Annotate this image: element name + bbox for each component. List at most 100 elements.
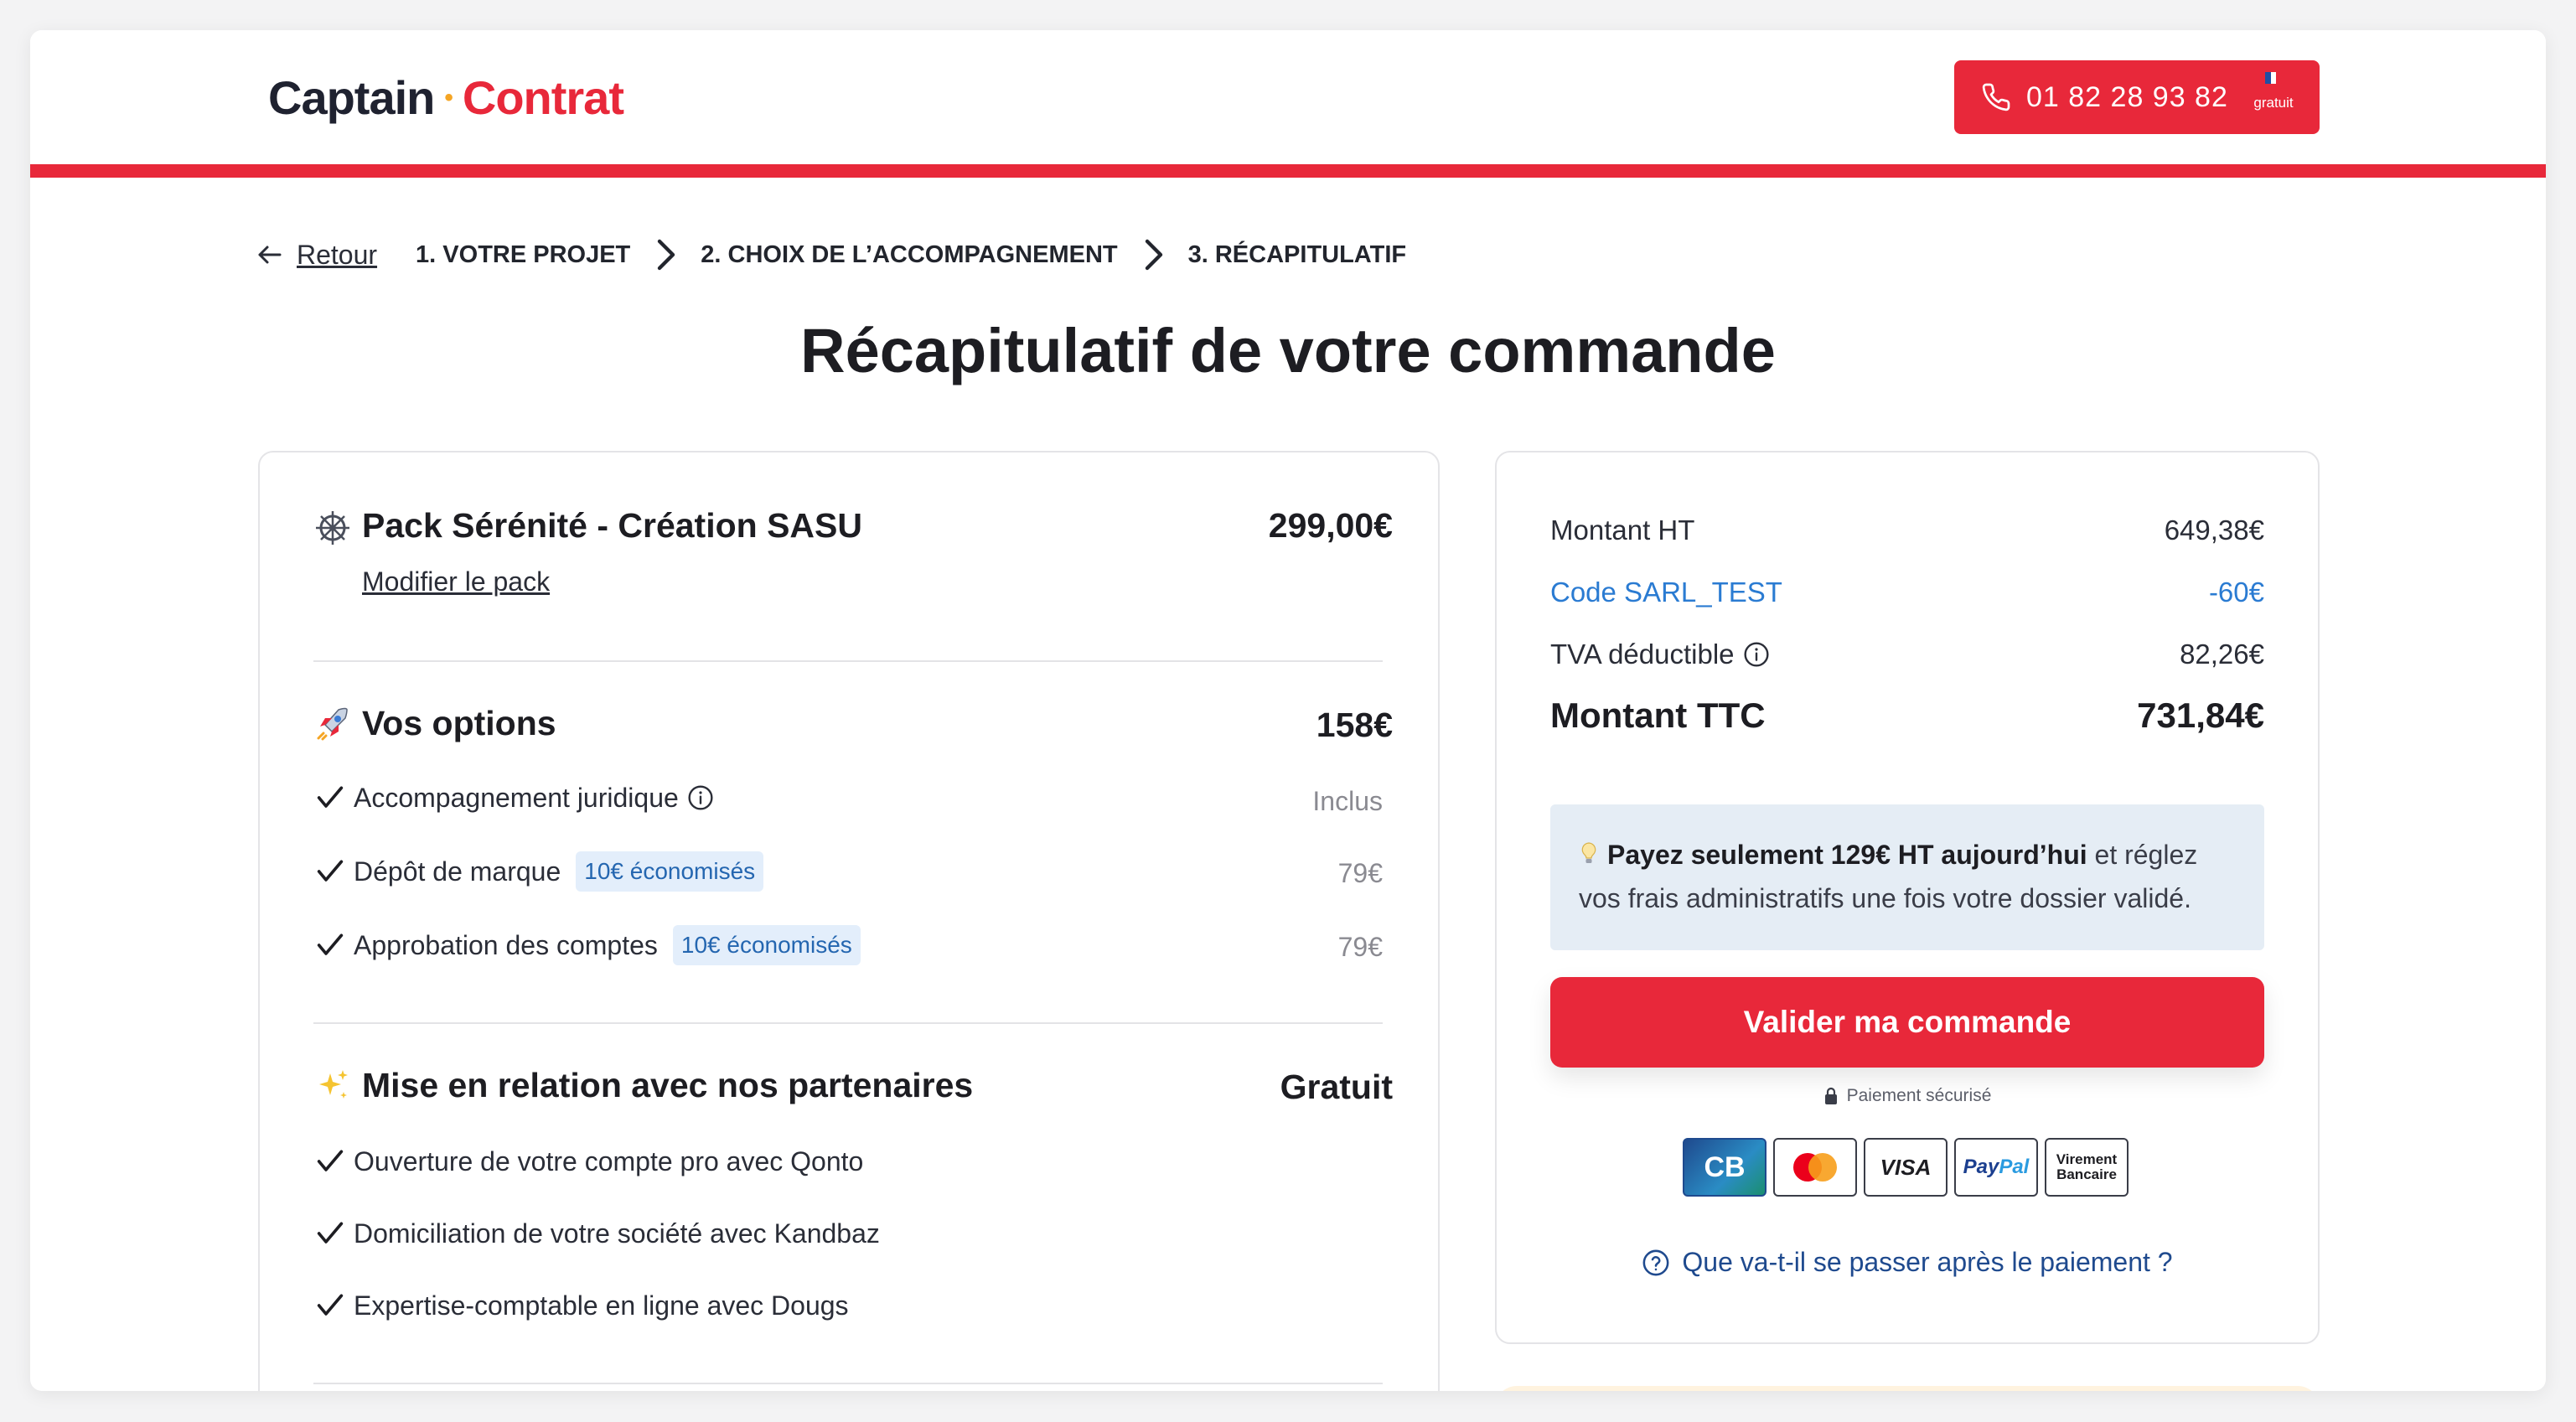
- checkmark-icon: [317, 860, 344, 882]
- amount-ttc-row: Montant TTC 731,84€: [1550, 695, 2264, 736]
- back-link[interactable]: Retour: [297, 240, 377, 271]
- options-header: Vos options: [313, 704, 556, 743]
- modify-pack-link[interactable]: Modifier le pack: [362, 566, 550, 597]
- breadcrumb-step-support[interactable]: 2. CHOIX DE L’ACCOMPAGNEMENT: [701, 241, 1117, 269]
- option-item: Dépôt de marque 10€ économisés: [313, 851, 764, 892]
- phone-icon: [1982, 83, 2010, 111]
- mastercard-logo: [1793, 1153, 1837, 1182]
- logo-text-captain: Captain: [268, 71, 435, 124]
- chevron-right-icon: [1145, 239, 1162, 271]
- pack-header: Pack Sérénité - Création SASU: [313, 506, 862, 546]
- bank-transfer-line1: Virement: [2056, 1151, 2118, 1167]
- page-frame: Captain • Contrat 01 82 28 93 82 gratuit…: [30, 30, 2546, 1391]
- header-accent-bar: [30, 164, 2546, 178]
- option-item: Approbation des comptes 10€ économisés: [313, 925, 861, 965]
- info-icon[interactable]: [1743, 641, 1770, 668]
- amount-ht-value: 649,38€: [2164, 515, 2264, 546]
- breadcrumb: Retour 1. VOTRE PROJET 2. CHOIX DE L’ACC…: [255, 230, 1406, 280]
- partners-header: Mise en relation avec nos partenaires: [313, 1066, 973, 1105]
- paypal-label-b: Pal: [1999, 1156, 2030, 1178]
- partner-label: Ouverture de votre compte pro avec Qonto: [354, 1145, 864, 1176]
- divider: [313, 660, 1383, 662]
- option-price: 79€: [1337, 858, 1383, 888]
- arrow-left-icon[interactable]: [255, 240, 285, 270]
- question-circle-icon: [1642, 1249, 1669, 1275]
- bank-transfer-icon: Virement Bancaire: [2045, 1138, 2129, 1197]
- divider: [313, 1022, 1383, 1024]
- option-label: Accompagnement juridique: [354, 782, 679, 813]
- bank-transfer-label: Virement Bancaire: [2056, 1152, 2117, 1182]
- savings-badge: 10€ économisés: [576, 851, 764, 892]
- savings-badge: 10€ économisés: [672, 925, 861, 965]
- mastercard-icon: [1773, 1138, 1857, 1197]
- option-label: Approbation des comptes: [354, 929, 658, 960]
- option-item: Accompagnement juridique: [313, 781, 714, 814]
- page-title: Récapitulatif de votre commande: [800, 316, 1776, 385]
- notice-bold-text: Payez seulement 129€ HT aujourd’hui: [1607, 840, 2087, 870]
- option-price: Inclus: [1312, 786, 1383, 816]
- pack-title: Pack Sérénité - Création SASU: [362, 506, 862, 545]
- checkmark-icon: [317, 786, 344, 808]
- lock-icon: [1824, 1087, 1837, 1104]
- logo-dot: •: [444, 83, 453, 111]
- site-header: Captain • Contrat 01 82 28 93 82 gratuit: [30, 30, 2546, 164]
- phone-number: 01 82 28 93 82: [2026, 80, 2228, 113]
- visa-icon: VISA: [1864, 1138, 1948, 1197]
- partners-price: Gratuit: [1280, 1068, 1393, 1106]
- paypal-icon: Pay Pal: [1954, 1138, 2038, 1197]
- checkmark-icon: [317, 1222, 344, 1244]
- payment-help-link[interactable]: Que va-t-il se passer après le paiement …: [1497, 1247, 2318, 1278]
- order-summary-card: Montant HT 649,38€ Code SARL_TEST -60€ T…: [1495, 451, 2320, 1344]
- checkmark-icon: [317, 1150, 344, 1171]
- pack-price: 299,00€: [1268, 506, 1393, 545]
- partner-label: Expertise-comptable en ligne avec Dougs: [354, 1290, 849, 1321]
- checkmark-icon: [317, 933, 344, 955]
- bank-transfer-line2: Bancaire: [2056, 1166, 2117, 1182]
- partner-item: Ouverture de votre compte pro avec Qonto: [313, 1145, 863, 1178]
- rocket-icon: [317, 707, 348, 740]
- tva-row: TVA déductible 82,26€: [1550, 639, 2264, 670]
- free-label: gratuit: [2253, 95, 2294, 111]
- checkmark-icon: [317, 1294, 344, 1316]
- partner-item: Domiciliation de votre société avec Kand…: [313, 1217, 880, 1250]
- ship-wheel-icon: [316, 510, 349, 545]
- promo-code-label: Code SARL_TEST: [1550, 577, 1782, 608]
- logo-text-contrat: Contrat: [462, 71, 624, 124]
- visa-label: VISA: [1880, 1154, 1932, 1180]
- breadcrumb-step-project[interactable]: 1. VOTRE PROJET: [416, 241, 630, 269]
- captain-contrat-logo[interactable]: Captain • Contrat: [268, 70, 624, 125]
- payment-help-text: Que va-t-il se passer après le paiement …: [1682, 1247, 2173, 1277]
- option-price: 79€: [1337, 932, 1383, 962]
- paypal-label-a: Pay: [1963, 1156, 1999, 1178]
- secure-payment-text: Paiement sécurisé: [1846, 1086, 1992, 1105]
- amount-ttc-value: 731,84€: [2137, 695, 2264, 735]
- order-details-card: Pack Sérénité - Création SASU 299,00€ Mo…: [258, 451, 1440, 1391]
- phone-free-tag: gratuit: [2248, 72, 2299, 111]
- tva-label: TVA déductible: [1550, 639, 1735, 670]
- promo-code-row: Code SARL_TEST -60€: [1550, 577, 2264, 608]
- info-icon[interactable]: [687, 784, 714, 811]
- promo-card-peek: [1495, 1386, 2320, 1391]
- cb-card-icon: CB: [1683, 1138, 1766, 1197]
- sparkles-icon: [319, 1069, 348, 1099]
- divider: [313, 1383, 1383, 1384]
- chevron-right-icon: [658, 239, 675, 271]
- france-flag-icon: [2265, 72, 2283, 84]
- option-label: Dépôt de marque: [354, 856, 561, 887]
- phone-button[interactable]: 01 82 28 93 82 gratuit: [1954, 60, 2320, 134]
- secure-payment-label: Paiement sécurisé: [1497, 1086, 2318, 1106]
- amount-ht-label: Montant HT: [1550, 515, 1695, 546]
- options-title: Vos options: [362, 704, 556, 742]
- breadcrumb-step-summary: 3. RÉCAPITULATIF: [1187, 240, 1407, 268]
- promo-code-value: -60€: [2208, 577, 2264, 608]
- tva-value: 82,26€: [2180, 639, 2264, 670]
- cb-label: CB: [1704, 1151, 1746, 1183]
- partners-title: Mise en relation avec nos partenaires: [362, 1066, 974, 1104]
- options-total: 158€: [1316, 706, 1393, 744]
- partner-item: Expertise-comptable en ligne avec Dougs: [313, 1289, 849, 1322]
- lightbulb-icon: [1581, 842, 1596, 863]
- validate-order-button[interactable]: Valider ma commande: [1550, 977, 2264, 1068]
- partner-label: Domiciliation de votre société avec Kand…: [354, 1218, 880, 1249]
- amount-ht-row: Montant HT 649,38€: [1550, 515, 2264, 546]
- payment-methods: CB VISA Pay Pal Virement Bancaire: [1683, 1138, 2129, 1197]
